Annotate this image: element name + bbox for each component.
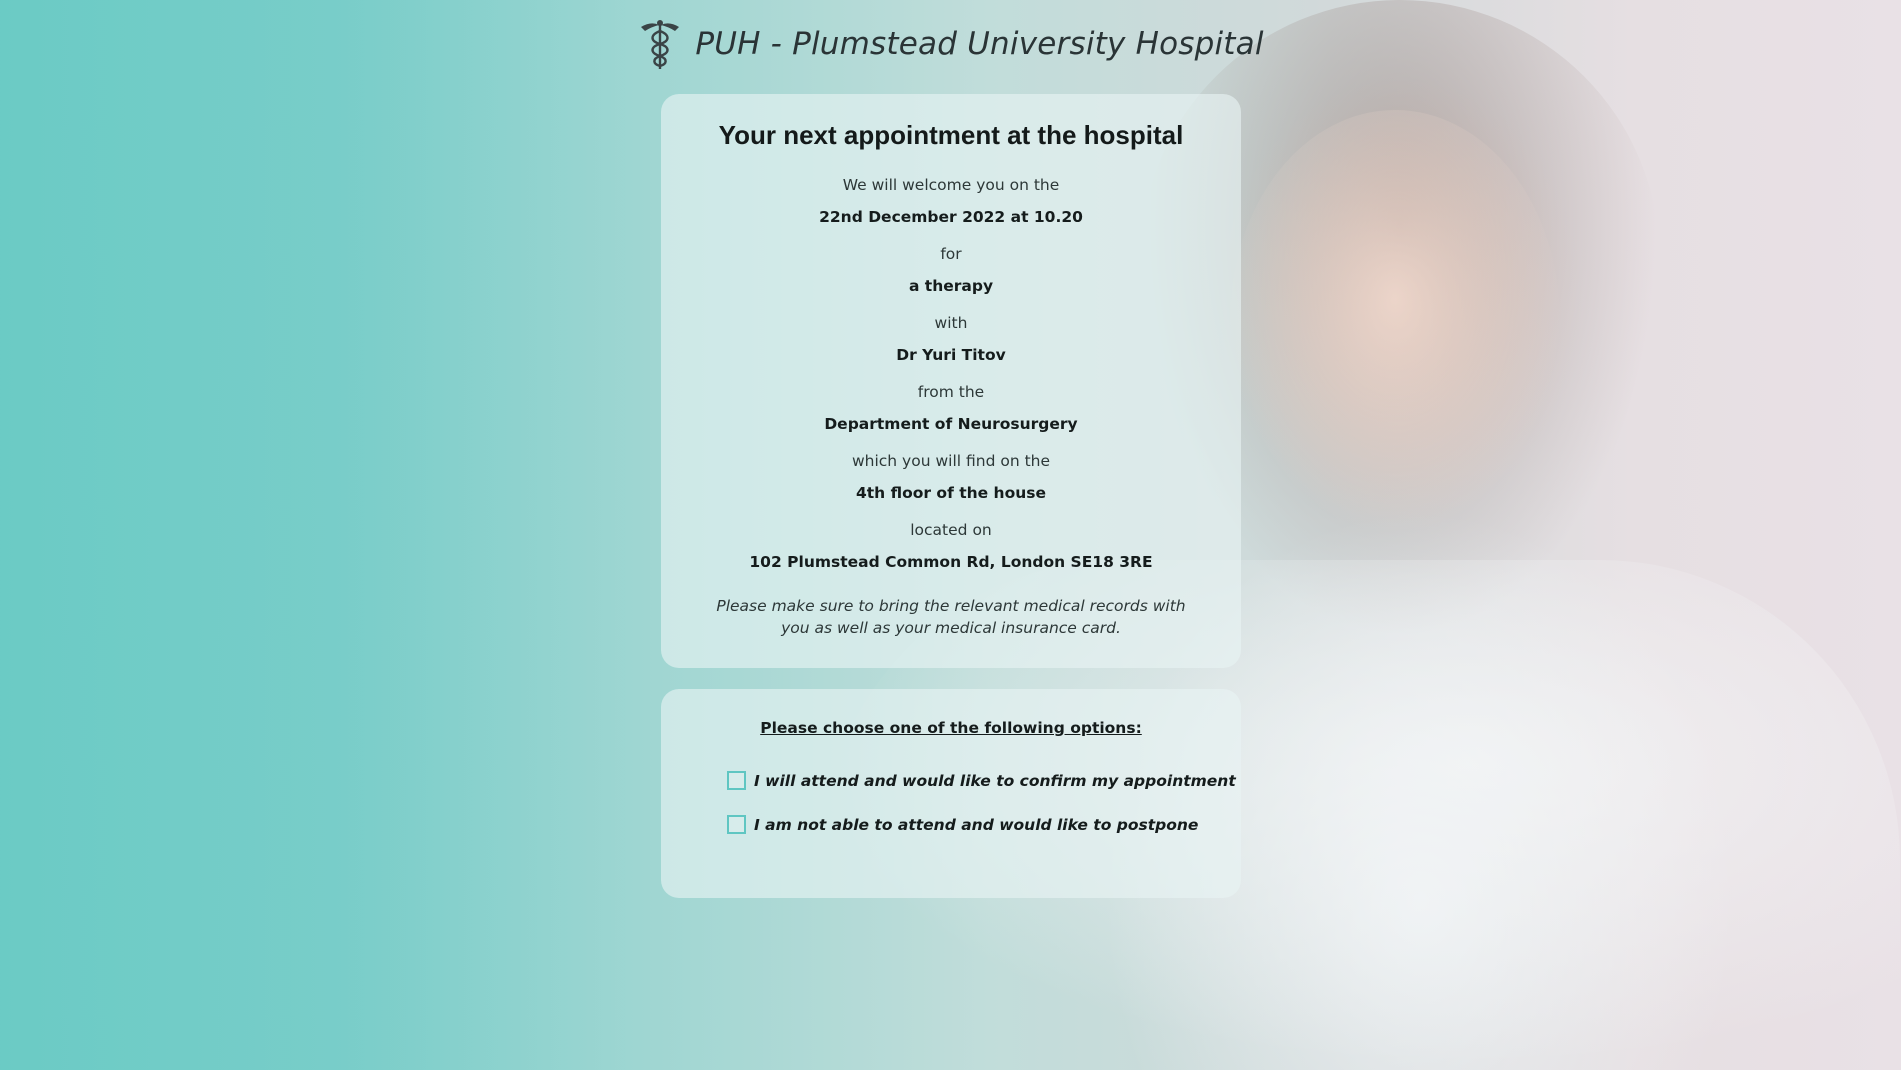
caduceus-icon [641, 20, 680, 69]
located-text: located on [910, 521, 992, 539]
option-postpone[interactable]: I am not able to attend and would like t… [727, 815, 1198, 834]
for-text: for [940, 245, 962, 263]
from-text: from the [917, 383, 985, 401]
background-blur-left [0, 0, 620, 1070]
department-name: Department of Neurosurgery [824, 415, 1078, 433]
records-note: Please make sure to bring the relevant m… [716, 597, 1186, 637]
confirm-checkbox[interactable] [727, 771, 746, 790]
appointment-title: Your next appointment at the hospital [718, 120, 1184, 150]
appointment-datetime: 22nd December 2022 at 10.20 [819, 208, 1083, 226]
option-confirm[interactable]: I will attend and would like to confirm … [727, 771, 1236, 790]
with-text: with [934, 314, 968, 332]
option-postpone-label: I am not able to attend and would like t… [754, 815, 1199, 834]
option-confirm-label: I will attend and would like to confirm … [754, 771, 1236, 790]
options-card: Please choose one of the following optio… [661, 689, 1241, 898]
site-header: PUH - Plumstead University Hospital [0, 14, 1901, 74]
welcome-text: We will welcome you on the [842, 176, 1060, 194]
floor-location: 4th floor of the house [855, 484, 1047, 502]
appointment-card: Your next appointment at the hospital We… [661, 94, 1241, 668]
postpone-checkbox[interactable] [727, 815, 746, 834]
background-doctor-face [1230, 110, 1560, 530]
hospital-name: PUH - Plumstead University Hospital [695, 26, 1264, 62]
appointment-purpose: a therapy [908, 277, 994, 295]
options-title: Please choose one of the following optio… [760, 719, 1142, 737]
hospital-address: 102 Plumstead Common Rd, London SE18 3RE [749, 553, 1153, 571]
find-text: which you will find on the [851, 452, 1051, 470]
doctor-name: Dr Yuri Titov [896, 346, 1006, 364]
